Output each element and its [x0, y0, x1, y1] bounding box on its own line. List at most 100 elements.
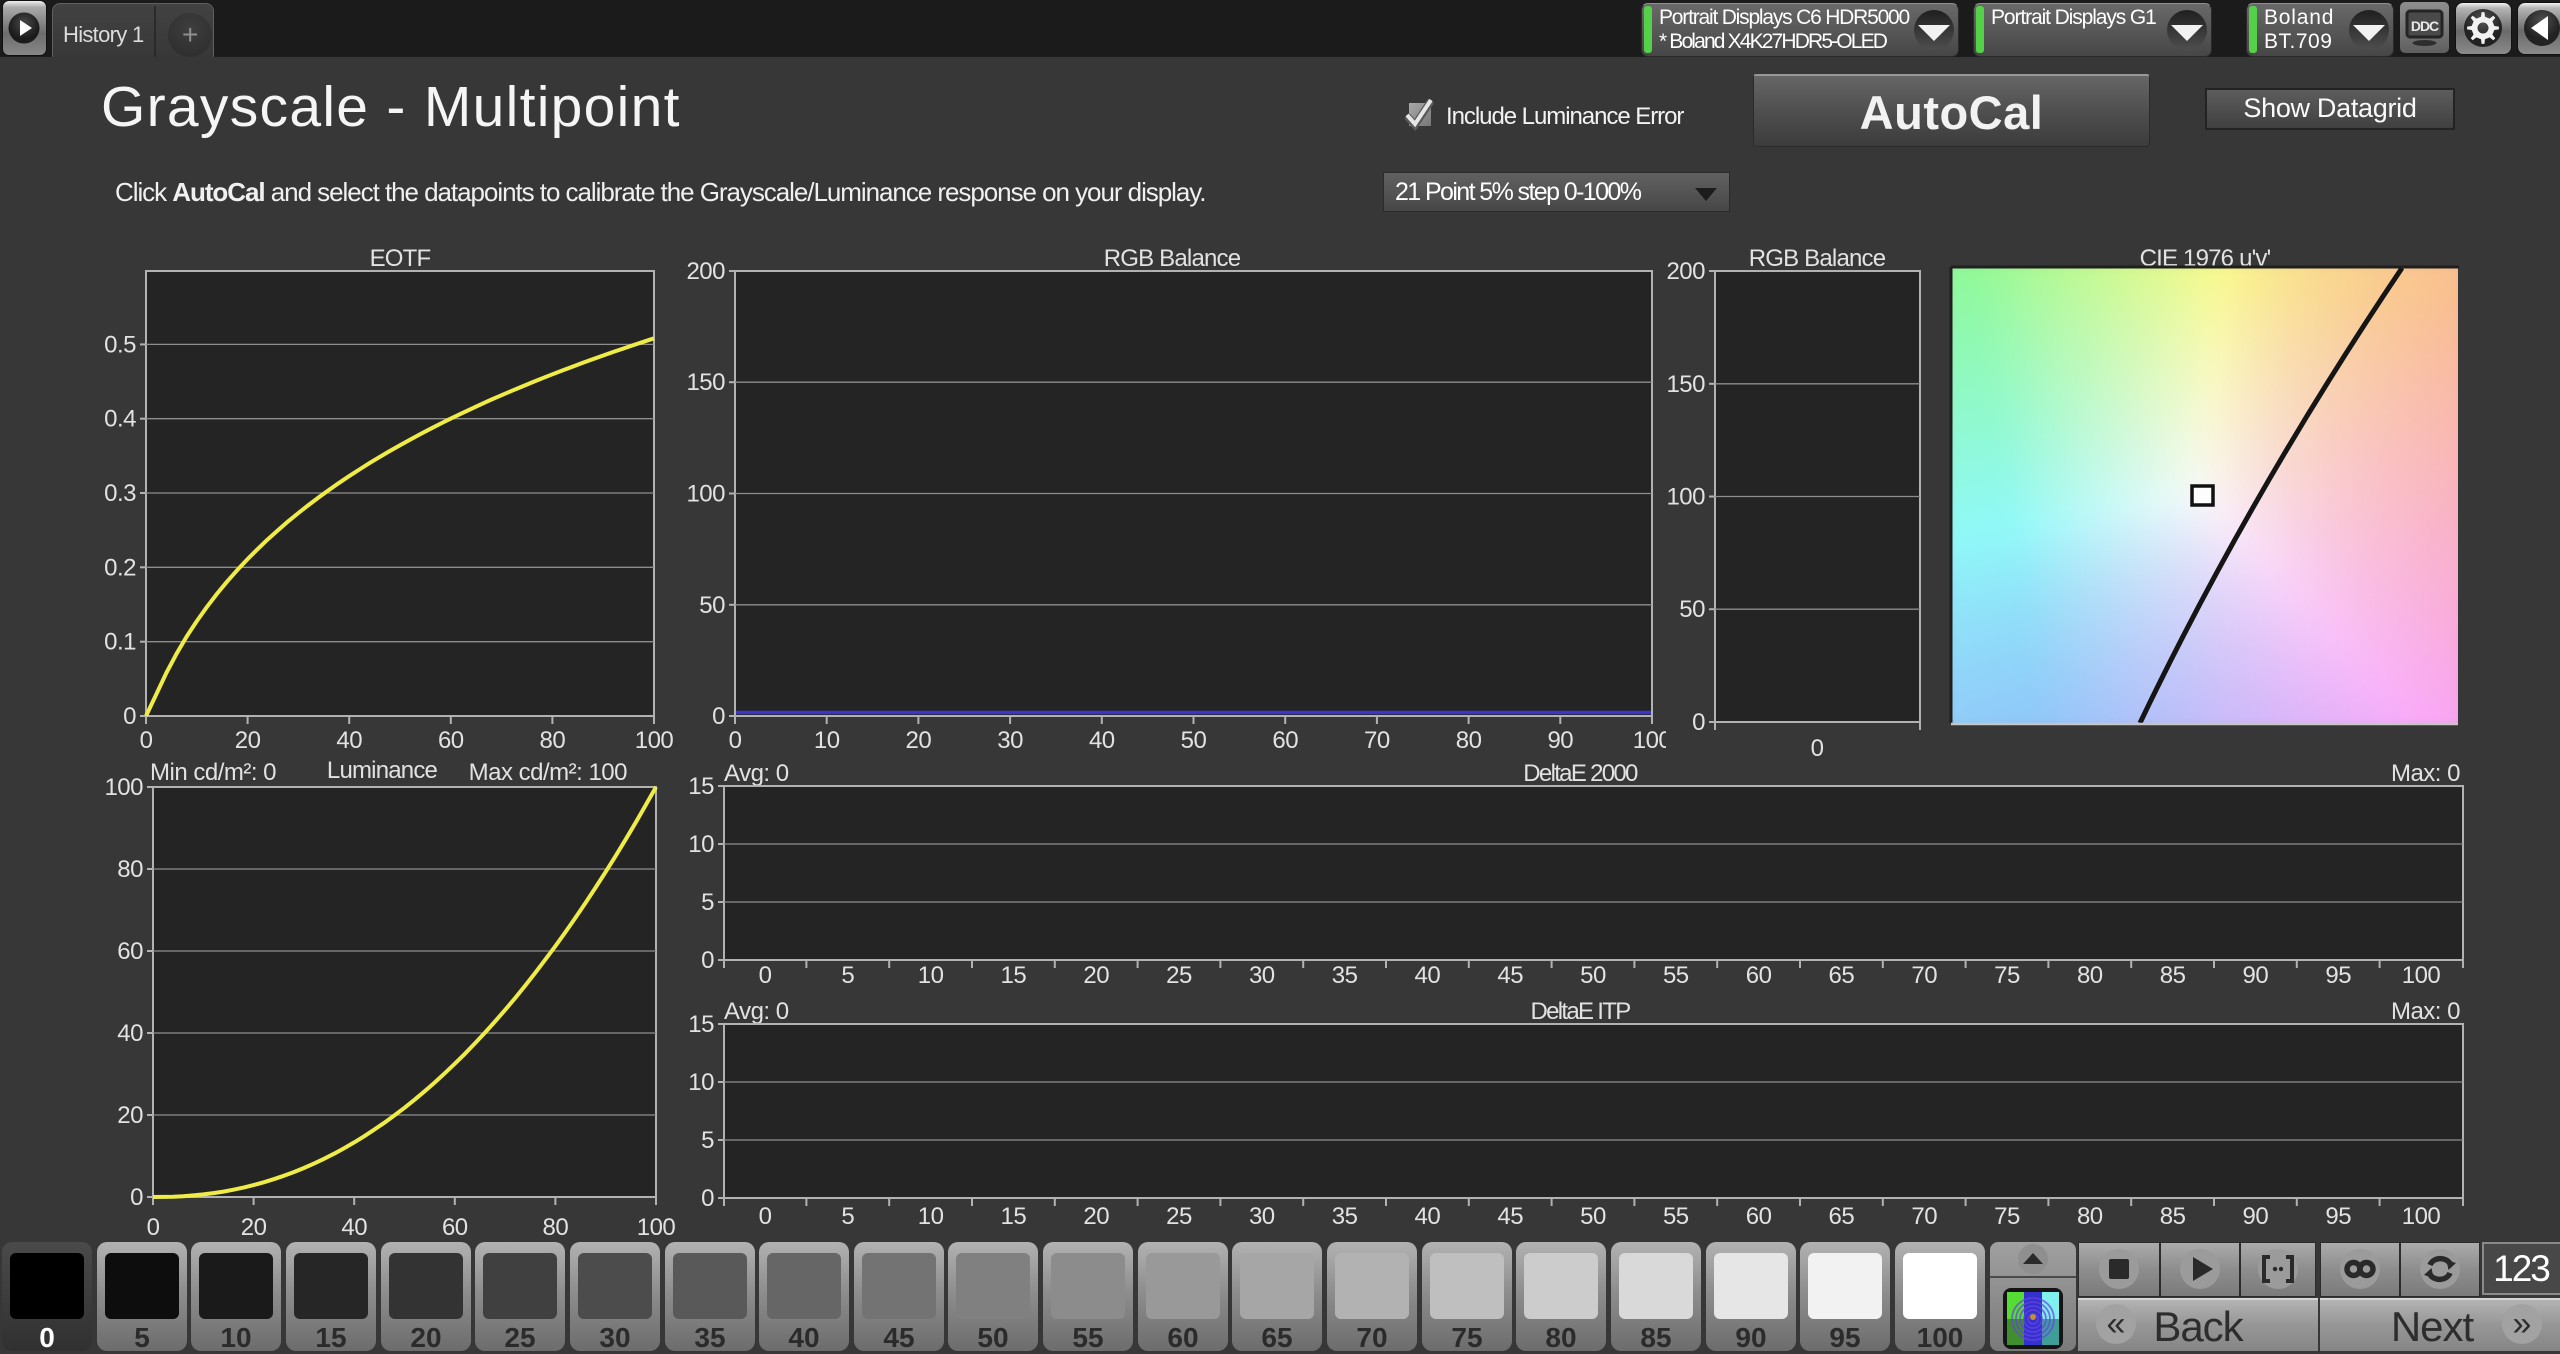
svg-text:100: 100 — [637, 1214, 676, 1241]
svg-text:35: 35 — [1332, 962, 1358, 989]
svg-text:0: 0 — [147, 1214, 160, 1241]
svg-text:150: 150 — [686, 369, 725, 396]
svg-text:80: 80 — [1456, 727, 1482, 754]
svg-text:50: 50 — [1679, 596, 1705, 623]
svg-text:40: 40 — [336, 727, 362, 754]
svg-text:65: 65 — [1829, 962, 1855, 989]
svg-text:20: 20 — [1083, 1203, 1109, 1230]
svg-text:85: 85 — [2160, 1203, 2186, 1230]
svg-text:20: 20 — [241, 1214, 267, 1241]
svg-text:DeltaE ITP: DeltaE ITP — [1530, 998, 1630, 1025]
svg-text:0.4: 0.4 — [104, 406, 136, 433]
svg-text:5: 5 — [701, 1127, 714, 1154]
svg-text:35: 35 — [1332, 1203, 1358, 1230]
svg-text:15: 15 — [1001, 962, 1027, 989]
svg-text:0: 0 — [1692, 709, 1705, 736]
svg-text:0: 0 — [701, 1185, 714, 1212]
svg-text:85: 85 — [2160, 962, 2186, 989]
svg-text:55: 55 — [1663, 962, 1689, 989]
svg-text:DDC: DDC — [2411, 18, 2439, 34]
svg-text:90: 90 — [1547, 727, 1573, 754]
svg-text:RGB Balance: RGB Balance — [1749, 245, 1886, 272]
svg-text:Max: 0: Max: 0 — [2391, 998, 2460, 1025]
svg-text:90: 90 — [2243, 962, 2269, 989]
svg-text:100: 100 — [2402, 962, 2441, 989]
svg-text:100: 100 — [635, 727, 674, 754]
svg-text:50: 50 — [1181, 727, 1207, 754]
svg-text:0: 0 — [130, 1184, 143, 1211]
svg-text:10: 10 — [688, 831, 714, 858]
svg-text:15: 15 — [1001, 1203, 1027, 1230]
svg-text:40: 40 — [341, 1214, 367, 1241]
svg-text:RGB Balance: RGB Balance — [1104, 245, 1241, 272]
svg-text:Max cd/m²: 100: Max cd/m²: 100 — [469, 759, 628, 786]
svg-text:10: 10 — [918, 962, 944, 989]
svg-text:80: 80 — [543, 1214, 569, 1241]
svg-text:0.5: 0.5 — [104, 331, 136, 358]
svg-text:70: 70 — [1911, 1203, 1937, 1230]
svg-text:100: 100 — [2402, 1203, 2441, 1230]
svg-text:55: 55 — [1663, 1203, 1689, 1230]
svg-text:Min cd/m²: 0: Min cd/m²: 0 — [150, 759, 276, 786]
svg-text:150: 150 — [1666, 371, 1705, 398]
svg-text:30: 30 — [1249, 962, 1275, 989]
svg-text:60: 60 — [117, 938, 143, 965]
svg-text:95: 95 — [2325, 1203, 2351, 1230]
svg-text:15: 15 — [688, 1011, 714, 1038]
svg-text:0: 0 — [712, 703, 725, 730]
svg-text:Avg: 0: Avg: 0 — [724, 760, 789, 787]
svg-text:40: 40 — [1089, 727, 1115, 754]
svg-text:DeltaE 2000: DeltaE 2000 — [1523, 760, 1638, 787]
svg-text:0: 0 — [140, 727, 153, 754]
svg-text:30: 30 — [1249, 1203, 1275, 1230]
svg-text:40: 40 — [1415, 962, 1441, 989]
svg-text:10: 10 — [814, 727, 840, 754]
svg-text:5: 5 — [841, 1203, 854, 1230]
svg-text:45: 45 — [1497, 1203, 1523, 1230]
svg-text:50: 50 — [1580, 1203, 1606, 1230]
svg-text:65: 65 — [1829, 1203, 1855, 1230]
svg-text:5: 5 — [841, 962, 854, 989]
svg-text:0: 0 — [123, 703, 136, 730]
svg-text:20: 20 — [1083, 962, 1109, 989]
svg-text:100: 100 — [104, 774, 143, 801]
svg-text:10: 10 — [918, 1203, 944, 1230]
svg-text:80: 80 — [117, 856, 143, 883]
svg-text:Avg: 0: Avg: 0 — [724, 998, 789, 1025]
svg-text:60: 60 — [1746, 1203, 1772, 1230]
svg-text:60: 60 — [1746, 962, 1772, 989]
svg-text:»: » — [2513, 1305, 2532, 1343]
svg-text:0.3: 0.3 — [104, 480, 136, 507]
svg-text:75: 75 — [1994, 1203, 2020, 1230]
svg-text:0: 0 — [759, 962, 772, 989]
svg-text:EOTF: EOTF — [370, 245, 431, 272]
svg-text:60: 60 — [438, 727, 464, 754]
svg-text:0.1: 0.1 — [104, 629, 136, 656]
svg-text:100: 100 — [1666, 484, 1705, 511]
svg-text:75: 75 — [1994, 962, 2020, 989]
svg-text:0: 0 — [729, 727, 742, 754]
svg-text:200: 200 — [1666, 258, 1705, 285]
svg-text:100: 100 — [686, 481, 725, 508]
svg-text:50: 50 — [1580, 962, 1606, 989]
svg-text:0: 0 — [759, 1203, 772, 1230]
svg-text:70: 70 — [1364, 727, 1390, 754]
svg-text:Max: 0: Max: 0 — [2391, 760, 2460, 787]
svg-text:30: 30 — [997, 727, 1023, 754]
svg-text:40: 40 — [1415, 1203, 1441, 1230]
svg-text:20: 20 — [117, 1102, 143, 1129]
svg-text:20: 20 — [235, 727, 261, 754]
svg-text:60: 60 — [442, 1214, 468, 1241]
svg-text:200: 200 — [686, 258, 725, 285]
svg-text:45: 45 — [1497, 962, 1523, 989]
svg-text:80: 80 — [2077, 1203, 2103, 1230]
svg-text:20: 20 — [906, 727, 932, 754]
svg-text:0.2: 0.2 — [104, 554, 136, 581]
svg-text:80: 80 — [2077, 962, 2103, 989]
svg-text:40: 40 — [117, 1020, 143, 1047]
svg-text:50: 50 — [699, 592, 725, 619]
svg-text:5: 5 — [701, 889, 714, 916]
svg-text:25: 25 — [1166, 962, 1192, 989]
svg-text:25: 25 — [1166, 1203, 1192, 1230]
svg-text:90: 90 — [2243, 1203, 2269, 1230]
